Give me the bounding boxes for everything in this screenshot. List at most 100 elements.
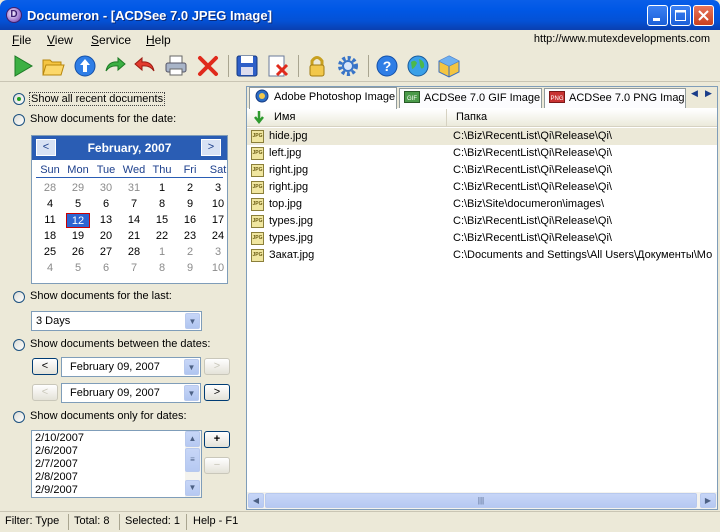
calendar-day[interactable]: 5	[64, 197, 92, 212]
app-icon[interactable]: D	[6, 7, 22, 23]
date-list-item[interactable]: 2/10/2007	[35, 432, 84, 445]
calendar-day[interactable]: 17	[204, 213, 232, 228]
last-period-select[interactable]: 3 Days ▼	[31, 311, 202, 331]
horizontal-scrollbar[interactable]: ◀ ||| ▶	[247, 492, 717, 509]
scroll-left-icon[interactable]: ◀	[248, 493, 264, 508]
maximize-button[interactable]	[670, 5, 691, 26]
calendar-day[interactable]: 6	[92, 261, 120, 276]
calendar-day[interactable]: 4	[36, 261, 64, 276]
file-row[interactable]: JPG left.jpg C:\Biz\RecentList\Qi\Release\…	[247, 145, 717, 162]
chevron-down-icon[interactable]: ▼	[184, 359, 199, 375]
back-icon[interactable]	[132, 53, 158, 79]
calendar-day[interactable]: 1	[148, 181, 176, 196]
radio-all-recent[interactable]	[13, 93, 25, 105]
calendar-day[interactable]: 26	[64, 245, 92, 260]
calendar-day[interactable]: 5	[64, 261, 92, 276]
lock-icon[interactable]	[304, 53, 330, 79]
calendar-day[interactable]: 8	[148, 197, 176, 212]
to-prev-button[interactable]: <	[32, 384, 58, 401]
chevron-down-icon[interactable]: ▼	[185, 313, 200, 329]
forward-icon[interactable]	[102, 53, 128, 79]
open-folder-icon[interactable]	[40, 53, 66, 79]
date-list-item[interactable]: 2/7/2007	[35, 458, 78, 471]
radio-for-date[interactable]	[13, 114, 25, 126]
calendar-prev-button[interactable]: <	[36, 139, 56, 156]
calendar-day[interactable]: 7	[120, 261, 148, 276]
option-all-recent-label[interactable]: Show all recent documents	[29, 92, 166, 106]
file-row[interactable]: JPG Закат.jpg C:\Documents and Settings\Al…	[247, 247, 717, 264]
column-folder-header[interactable]: Папка	[448, 109, 717, 127]
globe-icon[interactable]	[405, 53, 431, 79]
calendar-day[interactable]: 16	[176, 213, 204, 228]
scroll-thumb[interactable]: ≡	[185, 448, 200, 472]
option-for-last-label[interactable]: Show documents for the last:	[30, 290, 172, 302]
print-icon[interactable]	[163, 53, 189, 79]
calendar-day[interactable]: 23	[176, 229, 204, 244]
scroll-thumb[interactable]: |||	[265, 493, 697, 508]
menu-service[interactable]: Service	[91, 33, 131, 47]
delete-icon[interactable]	[195, 53, 221, 79]
scroll-down-icon[interactable]: ▼	[185, 480, 200, 496]
close-button[interactable]	[693, 5, 714, 26]
date-list-item[interactable]: 2/9/2007	[35, 484, 78, 497]
settings-icon[interactable]	[335, 53, 361, 79]
menu-view[interactable]: View	[47, 33, 73, 47]
calendar-day[interactable]: 2	[176, 245, 204, 260]
calendar-day[interactable]: 13	[92, 213, 120, 228]
title-bar[interactable]: D Documeron - [ACDSee 7.0 JPEG Image]	[0, 0, 720, 30]
dates-list[interactable]: 2/10/2007 2/6/2007 2/7/2007 2/8/2007 2/9/200…	[31, 430, 202, 498]
remove-icon[interactable]	[265, 53, 291, 79]
file-row[interactable]: JPG hide.jpg C:\Biz\RecentList\Qi\Release\…	[247, 128, 717, 145]
menu-help[interactable]: Help	[146, 33, 171, 47]
column-name-header[interactable]: Имя	[247, 109, 447, 127]
file-row[interactable]: JPG right.jpg C:\Biz\RecentList\Qi\Release…	[247, 162, 717, 179]
option-between-label[interactable]: Show documents between the dates:	[30, 338, 210, 350]
scroll-right-icon[interactable]: ▶	[700, 493, 716, 508]
from-prev-button[interactable]: <	[32, 358, 58, 375]
calendar-day[interactable]: 2	[176, 181, 204, 196]
calendar-day[interactable]: 3	[204, 181, 232, 196]
calendar-day[interactable]: 20	[92, 229, 120, 244]
option-for-date-label[interactable]: Show documents for the date:	[30, 113, 176, 125]
calendar-day[interactable]: 22	[148, 229, 176, 244]
chevron-down-icon[interactable]: ▼	[184, 385, 199, 401]
calendar-day-selected[interactable]: 12	[66, 213, 90, 228]
calendar-day[interactable]: 28	[36, 181, 64, 196]
calendar-day[interactable]: 21	[120, 229, 148, 244]
calendar-day[interactable]: 8	[148, 261, 176, 276]
option-only-for-label[interactable]: Show documents only for dates:	[30, 410, 187, 422]
calendar-day[interactable]: 11	[36, 213, 64, 228]
remove-date-button[interactable]: −	[204, 457, 230, 474]
calendar-day[interactable]: 15	[148, 213, 176, 228]
menu-file[interactable]: File	[12, 33, 31, 47]
calendar-day[interactable]: 27	[92, 245, 120, 260]
calendar-day[interactable]: 25	[36, 245, 64, 260]
calendar-next-button[interactable]: >	[201, 139, 221, 156]
minimize-button[interactable]	[647, 5, 668, 26]
date-list-item[interactable]: 2/8/2007	[35, 471, 78, 484]
calendar-day[interactable]: 3	[204, 245, 232, 260]
radio-between[interactable]	[13, 339, 25, 351]
date-list-item[interactable]: 2/6/2007	[35, 445, 78, 458]
scroll-up-icon[interactable]: ▲	[185, 431, 200, 447]
to-next-button[interactable]: >	[204, 384, 230, 401]
calendar-day[interactable]: 19	[64, 229, 92, 244]
calendar-day[interactable]: 4	[36, 197, 64, 212]
file-row[interactable]: JPG types.jpg C:\Biz\RecentList\Qi\Release…	[247, 230, 717, 247]
tab-gif[interactable]: GIF ACDSee 7.0 GIF Image	[399, 88, 542, 108]
calendar-day[interactable]: 24	[204, 229, 232, 244]
calendar-day[interactable]: 28	[120, 245, 148, 260]
website-link[interactable]: http://www.mutexdevelopments.com	[534, 33, 710, 45]
calendar-day[interactable]: 1	[148, 245, 176, 260]
tab-scroll-left-icon[interactable]: ◀	[687, 88, 702, 106]
radio-for-last[interactable]	[13, 291, 25, 303]
dates-list-scrollbar[interactable]: ▲ ≡ ▼	[185, 431, 201, 497]
file-row[interactable]: JPG types.jpg C:\Biz\RecentList\Qi\Release…	[247, 213, 717, 230]
calendar-day[interactable]: 10	[204, 261, 232, 276]
help-icon[interactable]: ?	[374, 53, 400, 79]
calendar-day[interactable]: 18	[36, 229, 64, 244]
calendar-day[interactable]: 31	[120, 181, 148, 196]
calendar-day[interactable]: 10	[204, 197, 232, 212]
calendar-day[interactable]: 9	[176, 197, 204, 212]
tab-png[interactable]: PNG ACDSee 7.0 PNG Imag	[544, 88, 686, 108]
